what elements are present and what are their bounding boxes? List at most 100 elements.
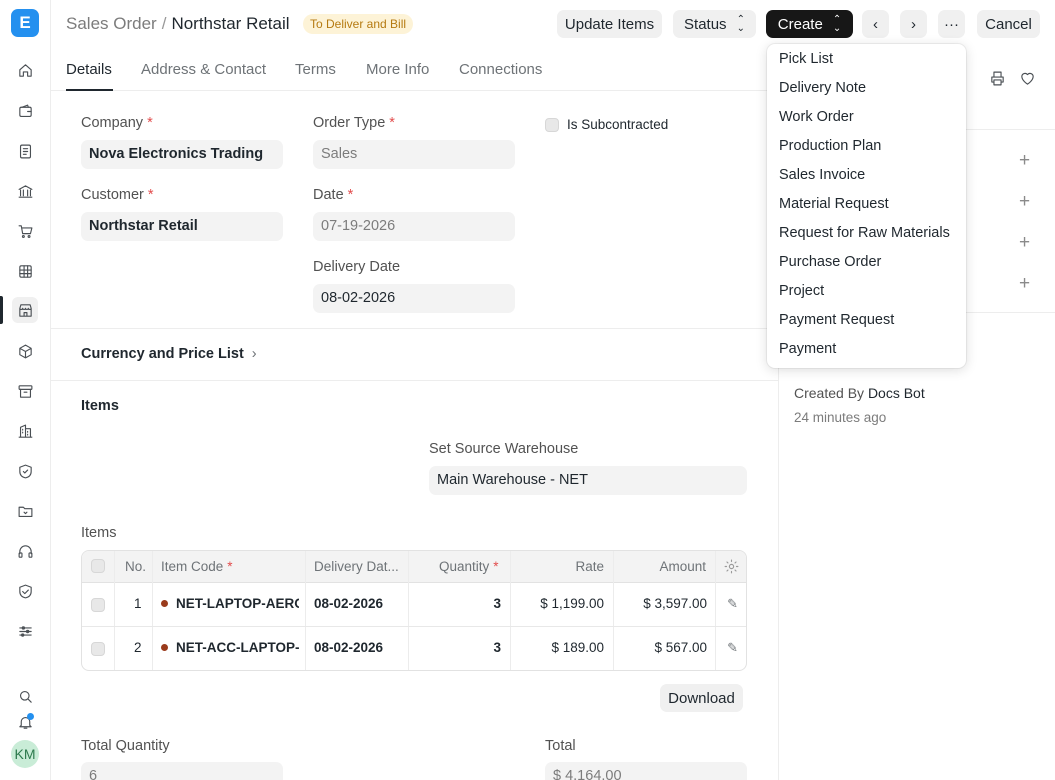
menu-item-production-plan[interactable]: Production Plan [779,138,881,154]
order-type-field[interactable]: Sales [313,140,515,169]
customer-label: Customer * [81,187,154,203]
tab-terms[interactable]: Terms [295,61,336,78]
menu-item-sales-invoice[interactable]: Sales Invoice [779,167,865,183]
cart-icon[interactable] [12,218,38,244]
app-logo[interactable]: E [11,9,39,37]
company-field[interactable]: Nova Electronics Trading [81,140,283,169]
required-marker: * [147,187,154,203]
document-icon[interactable] [12,138,38,164]
row-checkbox[interactable] [91,642,105,656]
edit-icon[interactable]: ✎ [727,640,738,656]
add-icon[interactable]: + [1019,232,1030,254]
archive-icon[interactable] [12,378,38,404]
table-row[interactable]: 1 NET-LAPTOP-AERO 08-02-2026 3 $ 1,199.0… [82,583,746,627]
next-button[interactable]: › [900,10,927,38]
chevron-right-icon: › [251,346,257,362]
created-by-prefix: Created By [794,385,865,401]
row-rate[interactable]: $ 1,199.00 [540,596,604,611]
tab-address-contact[interactable]: Address & Contact [141,61,266,78]
headset-icon[interactable] [12,538,38,564]
menu-item-request-raw-materials[interactable]: Request for Raw Materials [779,225,950,241]
bank-icon[interactable] [12,178,38,204]
menu-item-material-request[interactable]: Material Request [779,196,889,212]
table-header: No. Item Code * Delivery Dat... Quantity *… [82,551,746,583]
header-rate: Rate [575,559,604,574]
menu-item-work-order[interactable]: Work Order [779,109,854,125]
update-items-button[interactable]: Update Items [557,10,662,38]
chevron-updown-icon: ⌃ ⌄ [832,14,842,34]
status-dot [161,600,168,607]
add-icon[interactable]: + [1019,273,1030,295]
row-item-code[interactable]: NET-ACC-LAPTOP- [161,640,299,655]
breadcrumb-root[interactable]: Sales Order [66,14,157,33]
total-field: $ 4,164.00 [545,762,747,780]
bell-icon[interactable] [12,709,38,735]
customer-field[interactable]: Northstar Retail [81,212,283,241]
header-no: No. [125,559,147,574]
delivery-date-field[interactable]: 08-02-2026 [313,284,515,313]
date-field[interactable]: 07-19-2026 [313,212,515,241]
tab-more-info[interactable]: More Info [366,61,429,78]
sliders-icon[interactable] [12,618,38,644]
previous-button[interactable]: ‹ [862,10,889,38]
settings-icon[interactable] [723,558,740,575]
select-all-checkbox[interactable] [91,559,105,573]
menu-item-purchase-order[interactable]: Purchase Order [779,254,881,270]
source-warehouse-field[interactable]: Main Warehouse - NET [429,466,747,495]
chevron-updown-icon: ⌃ ⌄ [736,14,745,34]
is-subcontracted-checkbox[interactable] [545,118,559,132]
menu-item-delivery-note[interactable]: Delivery Note [779,80,866,96]
date-label-text: Date [313,187,344,203]
row-quantity[interactable]: 3 [493,640,501,655]
status-button[interactable]: Status ⌃ ⌄ [673,10,756,38]
menu-item-payment[interactable]: Payment [779,341,836,357]
page-header: Sales Order / Northstar Retail To Deliver … [51,0,1055,48]
box-icon[interactable] [12,338,38,364]
date-label: Date * [313,187,353,203]
active-tab-underline [66,89,113,91]
row-quantity[interactable]: 3 [493,596,501,611]
home-icon[interactable] [12,57,38,83]
search-icon[interactable] [12,683,38,709]
store-icon[interactable] [12,297,38,323]
avatar[interactable]: KM [11,740,39,768]
add-icon[interactable]: + [1019,150,1030,172]
tab-connections[interactable]: Connections [459,61,542,78]
required-marker: * [389,115,395,131]
row-checkbox[interactable] [91,598,105,612]
required-marker: * [347,187,354,203]
table-row[interactable]: 2 NET-ACC-LAPTOP- 08-02-2026 3 $ 189.00 … [82,627,746,670]
items-section-title: Items [81,398,119,414]
table-icon[interactable] [12,258,38,284]
edit-icon[interactable]: ✎ [727,596,738,612]
is-subcontracted-label: Is Subcontracted [567,117,669,132]
heart-icon[interactable] [1019,70,1036,87]
row-delivery-date[interactable]: 08-02-2026 [314,596,383,611]
row-rate[interactable]: $ 189.00 [551,640,604,655]
more-button[interactable]: ··· [938,10,965,38]
tab-details[interactable]: Details [66,61,112,78]
print-icon[interactable] [989,70,1006,87]
create-button[interactable]: Create ⌃ ⌄ [766,10,853,38]
total-quantity-field: 6 [81,762,283,780]
header-item-code-text: Item Code [161,559,224,574]
menu-item-pick-list[interactable]: Pick List [779,51,833,67]
divider [51,380,778,381]
add-icon[interactable]: + [1019,191,1030,213]
row-no: 2 [134,640,142,655]
menu-item-payment-request[interactable]: Payment Request [779,312,894,328]
page-title: Northstar Retail [171,14,290,33]
handshake-icon[interactable] [12,578,38,604]
order-type-label: Order Type * [313,115,395,131]
currency-section-toggle[interactable]: Currency and Price List › [81,346,257,362]
download-button[interactable]: Download [660,684,743,712]
menu-item-project[interactable]: Project [779,283,824,299]
created-by-name[interactable]: Docs Bot [868,385,925,401]
building-icon[interactable] [12,418,38,444]
folder-icon[interactable] [12,498,38,524]
cancel-button[interactable]: Cancel [977,10,1040,38]
shield-icon[interactable] [12,458,38,484]
row-item-code[interactable]: NET-LAPTOP-AERO [161,596,299,611]
wallet-icon[interactable] [12,98,38,124]
row-delivery-date[interactable]: 08-02-2026 [314,640,383,655]
